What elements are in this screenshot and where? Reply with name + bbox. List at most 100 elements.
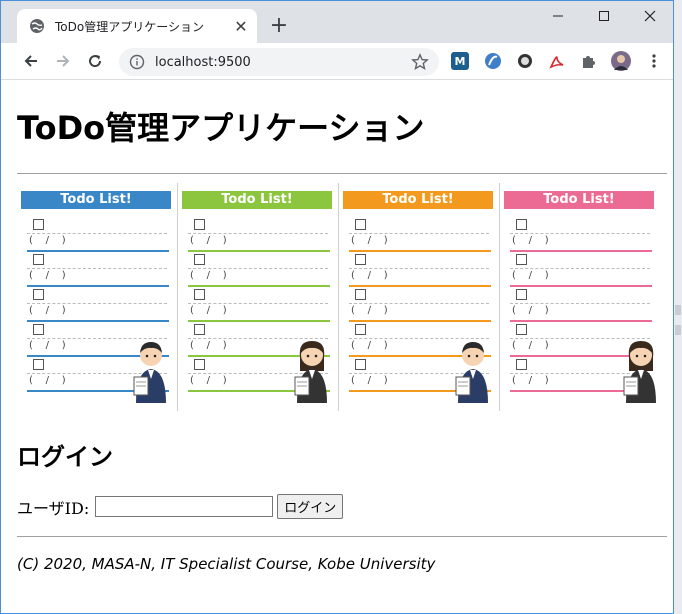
checkbox-icon — [355, 359, 366, 370]
todo-list-panel: Todo List! ( / ) ( / ) ( / ) ( / ) ( / ) — [339, 183, 500, 411]
todo-row: ( / ) — [510, 219, 652, 254]
todo-row: ( / ) — [349, 254, 491, 289]
checkbox-icon — [194, 289, 205, 300]
todo-row: ( / ) — [349, 289, 491, 324]
checkbox-icon — [516, 359, 527, 370]
todo-row: ( / ) — [510, 254, 652, 289]
date-placeholder: ( / ) — [512, 305, 549, 316]
checkbox-icon — [355, 219, 366, 230]
todo-row: ( / ) — [188, 219, 330, 254]
checkbox-icon — [516, 219, 527, 230]
panel-title: Todo List! — [504, 191, 654, 209]
footer-divider — [17, 536, 667, 537]
office-worker-illustration — [455, 342, 488, 403]
date-placeholder: ( / ) — [190, 270, 227, 281]
more-vert-icon — [652, 54, 656, 68]
date-placeholder: ( / ) — [29, 340, 66, 351]
panel-title: Todo List! — [182, 191, 332, 209]
checkbox-icon — [355, 289, 366, 300]
todo-list-banner-image: Todo List!( / )( / )( / )( / )( / ) Todo … — [17, 183, 667, 411]
login-heading: ログイン — [17, 443, 113, 471]
close-window-button[interactable] — [627, 1, 673, 31]
checkbox-icon — [33, 359, 44, 370]
todo-row: ( / ) — [510, 289, 652, 324]
office-worker-illustration — [623, 341, 656, 403]
browser-window: ToDo管理アプリケーション ✕ + localhost:9500 M ToDo… — [0, 0, 674, 614]
tab-close-icon[interactable]: ✕ — [229, 14, 253, 38]
back-button[interactable] — [19, 49, 43, 73]
maximize-button[interactable] — [581, 1, 627, 31]
reload-button[interactable] — [83, 49, 107, 73]
menu-button[interactable] — [642, 49, 666, 73]
background-window-edge — [674, 0, 682, 614]
date-placeholder: ( / ) — [512, 340, 549, 351]
date-placeholder: ( / ) — [190, 340, 227, 351]
panel-title: Todo List! — [343, 191, 493, 209]
todo-row: ( / ) — [188, 254, 330, 289]
forward-arrow-icon — [57, 55, 70, 67]
checkbox-icon — [33, 219, 44, 230]
login-button[interactable]: ログイン — [277, 494, 344, 519]
extensions-puzzle-icon[interactable] — [580, 52, 598, 70]
checkbox-icon — [516, 324, 527, 335]
checkbox-icon — [33, 324, 44, 335]
maximize-icon — [599, 11, 609, 21]
extension-globe-icon[interactable] — [484, 52, 502, 70]
browser-toolbar: localhost:9500 M — [1, 43, 673, 80]
browser-tab[interactable]: ToDo管理アプリケーション ✕ — [17, 9, 257, 43]
date-placeholder: ( / ) — [29, 305, 66, 316]
date-placeholder: ( / ) — [351, 305, 388, 316]
date-placeholder: ( / ) — [29, 235, 66, 246]
date-placeholder: ( / ) — [351, 375, 388, 386]
date-placeholder: ( / ) — [190, 305, 227, 316]
info-icon[interactable] — [129, 54, 145, 70]
todo-row: ( / ) — [27, 254, 169, 289]
checkbox-icon — [516, 254, 527, 265]
date-placeholder: ( / ) — [351, 340, 388, 351]
extension-record-icon[interactable] — [516, 52, 534, 70]
panel-title: Todo List! — [21, 191, 171, 209]
date-placeholder: ( / ) — [190, 235, 227, 246]
page-content: ToDo管理アプリケーション Todo List! ( / ) ( / ) ( / )… — [17, 81, 667, 573]
minimize-icon — [553, 15, 563, 17]
profile-avatar[interactable] — [611, 51, 631, 71]
url-text: localhost:9500 — [155, 54, 251, 70]
date-placeholder: ( / ) — [512, 235, 549, 246]
bookmark-star-icon[interactable] — [411, 53, 429, 71]
login-form: ユーザID: ログイン — [17, 494, 667, 519]
date-placeholder: ( / ) — [351, 270, 388, 281]
checkbox-icon — [33, 289, 44, 300]
extension-m-icon[interactable]: M — [451, 52, 469, 70]
checkbox-icon — [516, 289, 527, 300]
checkbox-icon — [355, 324, 366, 335]
todo-row: ( / ) — [27, 289, 169, 324]
divider — [17, 173, 667, 174]
date-placeholder: ( / ) — [512, 270, 549, 281]
date-placeholder: ( / ) — [190, 375, 227, 386]
forward-button[interactable] — [51, 49, 75, 73]
todo-row: ( / ) — [27, 219, 169, 254]
todo-list-panel: Todo List! ( / ) ( / ) ( / ) ( / ) ( / ) — [178, 183, 339, 411]
title-bar: ToDo管理アプリケーション ✕ + — [1, 1, 673, 43]
todo-row: ( / ) — [349, 219, 491, 254]
date-placeholder: ( / ) — [29, 375, 66, 386]
user-id-label: ユーザID: — [17, 498, 90, 518]
todo-row: ( / ) — [188, 289, 330, 324]
page-title: ToDo管理アプリケーション — [17, 109, 425, 147]
extension-pdf-icon[interactable] — [548, 52, 566, 70]
date-placeholder: ( / ) — [512, 375, 549, 386]
checkbox-icon — [194, 254, 205, 265]
minimize-button[interactable] — [535, 1, 581, 31]
new-tab-button[interactable]: + — [267, 13, 291, 38]
checkbox-icon — [33, 254, 44, 265]
checkbox-icon — [194, 219, 205, 230]
reload-icon — [89, 55, 102, 68]
checkbox-icon — [194, 359, 205, 370]
address-bar[interactable]: localhost:9500 — [119, 48, 439, 76]
tab-title: ToDo管理アプリケーション — [55, 19, 204, 34]
todo-list-panel: Todo List! ( / ) ( / ) ( / ) ( / ) ( / ) — [17, 183, 178, 411]
close-icon — [644, 10, 656, 22]
checkbox-icon — [194, 324, 205, 335]
checkbox-icon — [355, 254, 366, 265]
user-id-input[interactable] — [95, 496, 274, 517]
